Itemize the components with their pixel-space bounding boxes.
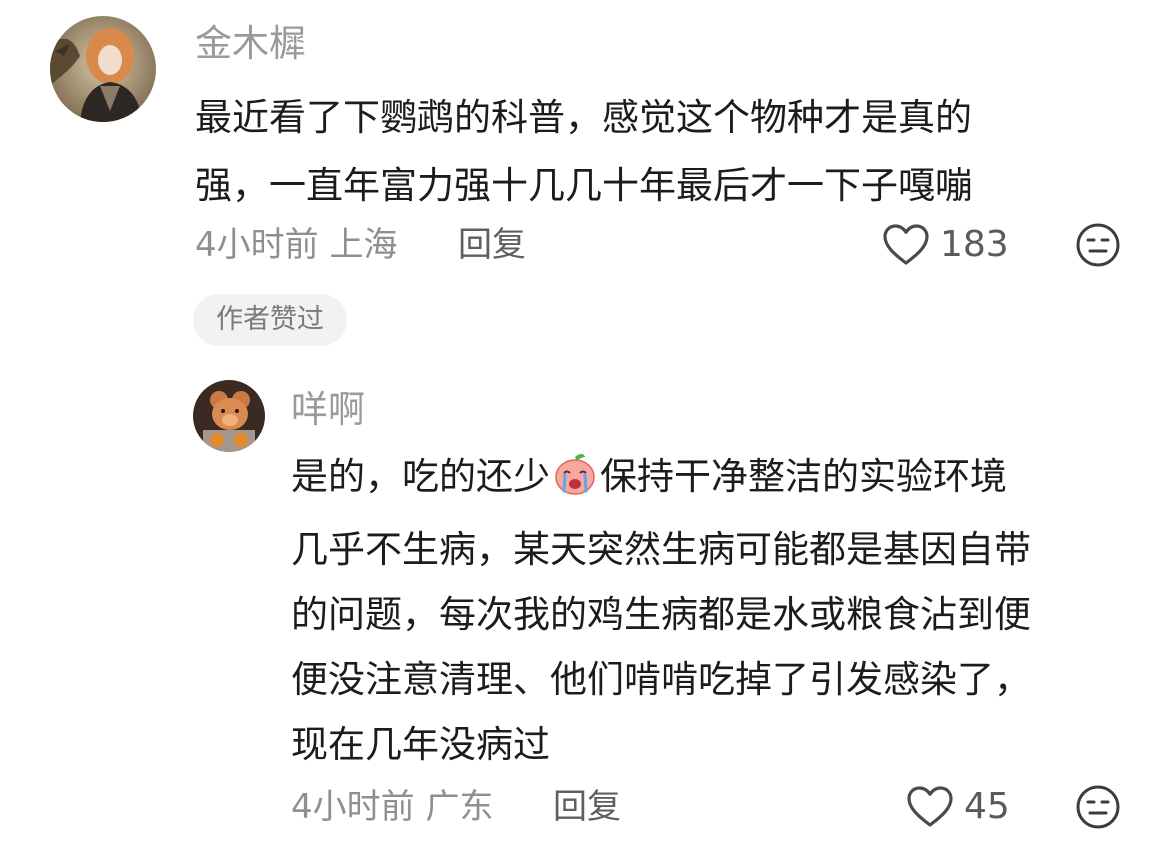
author-liked-badge: 作者赞过 xyxy=(193,294,347,346)
reply-button[interactable]: 回复 xyxy=(553,786,621,828)
comment-text: 是的，吃的还少 保持干净整洁的实验环境 几乎不生病，某天突然生病可能都是基因自带… xyxy=(291,444,1031,777)
comment-text-line: 强，一直年富力强十几几十年最后才一下子嘎嘣 xyxy=(195,164,972,207)
neutral-face-icon xyxy=(1076,223,1120,267)
like-count: 183 xyxy=(940,224,1009,265)
avatar[interactable] xyxy=(50,16,156,122)
like-button[interactable]: 183 xyxy=(882,222,1009,268)
heart-outline-icon xyxy=(906,785,954,829)
dislike-button[interactable] xyxy=(1075,784,1121,830)
time-location: 4小时前 广东 xyxy=(291,787,494,827)
comment-text: 最近看了下鹦鹉的科普，感觉这个物种才是真的 强，一直年富力强十几几十年最后才一下… xyxy=(195,84,972,220)
neutral-face-icon xyxy=(1076,785,1120,829)
comment-text-line: 是的，吃的还少 保持干净整洁的实验环境 xyxy=(291,444,1031,517)
like-count: 45 xyxy=(964,786,1010,827)
time-location: 4小时前 上海 xyxy=(195,225,398,265)
comment-text-line: 便没注意清理、他们啃啃吃掉了引发感染了， xyxy=(291,658,1031,701)
like-button[interactable]: 45 xyxy=(906,784,1010,830)
dislike-button[interactable] xyxy=(1075,222,1121,268)
comment-text-line: 最近看了下鹦鹉的科普，感觉这个物种才是真的 xyxy=(195,96,972,139)
reply-button[interactable]: 回复 xyxy=(458,224,526,266)
comment-text-line: 的问题，每次我的鸡生病都是水或粮食沾到便 xyxy=(291,593,1031,636)
username[interactable]: 金木樨 xyxy=(195,22,306,66)
heart-outline-icon xyxy=(882,223,930,267)
avatar-illustration xyxy=(193,380,265,452)
comment-text-segment: 是的，吃的还少 xyxy=(291,455,550,498)
avatar[interactable] xyxy=(193,380,265,452)
comment-text-segment: 保持干净整洁的实验环境 xyxy=(600,455,1007,498)
author-liked-label: 作者赞过 xyxy=(216,304,324,335)
crying-peach-emoji xyxy=(552,451,598,517)
avatar-illustration xyxy=(50,16,156,122)
comment-text-line: 现在几年没病过 xyxy=(291,723,550,766)
username[interactable]: 咩啊 xyxy=(291,388,365,432)
comment-text-line: 几乎不生病，某天突然生病可能都是基因自带 xyxy=(291,528,1031,571)
